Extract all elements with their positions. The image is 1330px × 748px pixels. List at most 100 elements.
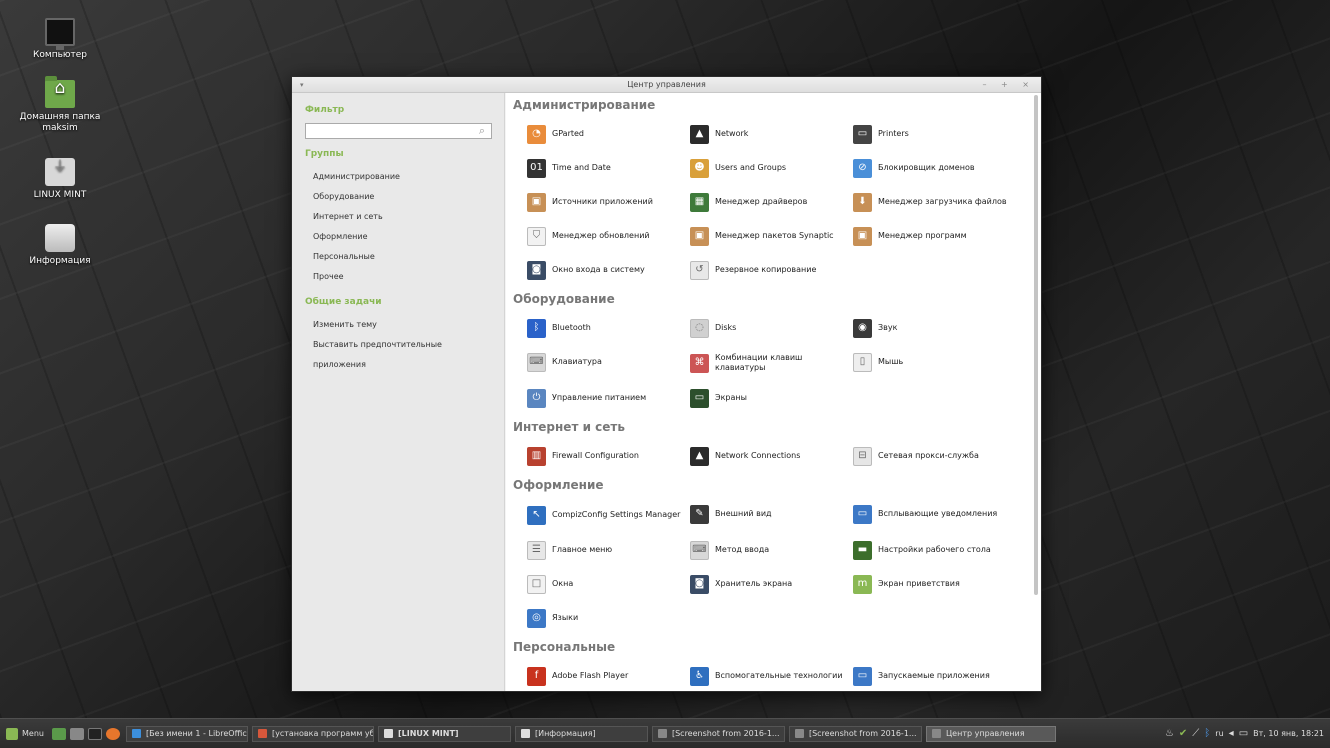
settings-item[interactable]: ▥ Firewall Configuration — [527, 439, 690, 473]
settings-item[interactable]: m Экран приветствия — [853, 567, 1016, 601]
settings-item[interactable]: ◌ Disks — [690, 311, 853, 345]
settings-item[interactable]: ⌘ Комбинации клавиш клавиатуры — [690, 345, 853, 381]
settings-item[interactable]: □ Окна — [527, 567, 690, 601]
desktop-icon-computer[interactable]: Компьютер — [12, 18, 108, 61]
settings-item[interactable]: ▭ Всплывающие уведомления — [853, 497, 1016, 531]
filter-input[interactable] — [306, 129, 466, 143]
settings-item[interactable]: ◙ Хранитель экрана — [690, 567, 853, 601]
network-tray-icon[interactable]: ⟋ — [1192, 728, 1199, 739]
taskbar-window-button[interactable]: [Информация] — [514, 725, 648, 742]
settings-item-label: Блокировщик доменов — [878, 163, 975, 172]
settings-item[interactable]: ◔ GParted — [527, 117, 690, 151]
settings-item[interactable]: ↺ Резервное копирование — [690, 253, 853, 287]
settings-item[interactable]: ⌨ Метод ввода — [690, 533, 853, 567]
settings-item[interactable]: ⌨ Клавиатура — [527, 345, 690, 379]
settings-item[interactable]: ☻ Users and Groups — [690, 151, 853, 185]
taskbar-window-label: Центр управления — [945, 729, 1025, 738]
settings-item[interactable]: ⛉ Менеджер обновлений — [527, 219, 690, 253]
keyboard-layout[interactable]: ru — [1215, 729, 1223, 738]
settings-item-label: Окна — [552, 579, 574, 588]
window-app-icon — [520, 729, 530, 738]
desktop-icon-linux-mint[interactable]: LINUX MINT — [12, 158, 108, 201]
settings-item[interactable]: ✎ Внешний вид — [690, 497, 853, 531]
domain-blocker-icon: ⊘ — [853, 158, 872, 178]
screensaver-icon: ◙ — [690, 574, 709, 594]
taskbar-window-button[interactable]: [LINUX MINT] — [377, 725, 511, 742]
settings-item[interactable]: ▣ Менеджер пакетов Synaptic — [690, 219, 853, 253]
settings-item[interactable]: ▯ Мышь — [853, 345, 1016, 379]
gparted-icon: ◔ — [527, 124, 546, 144]
window-titlebar[interactable]: ▾ Центр управления – + × — [292, 77, 1041, 93]
sidebar: Фильтр ⌕ Группы Администрирование Оборудо… — [292, 93, 505, 691]
settings-item[interactable]: ▲ Network Connections — [690, 439, 853, 473]
settings-item[interactable]: ▣ Источники приложений — [527, 185, 690, 219]
settings-item[interactable]: 01 Time and Date — [527, 151, 690, 185]
settings-item-label: Мышь — [878, 357, 904, 366]
group-item[interactable]: Прочее — [292, 267, 504, 287]
settings-item[interactable]: ↖ CompizConfig Settings Manager — [527, 497, 690, 533]
settings-item[interactable]: ⬇ Менеджер загрузчика файлов — [853, 185, 1016, 219]
bluetooth-tray-icon[interactable]: ᛒ — [1204, 728, 1210, 739]
settings-item[interactable]: ◙ Окно входа в систему — [527, 253, 690, 287]
settings-item[interactable]: ▭ Printers — [853, 117, 1016, 151]
window-controls[interactable]: – + × — [983, 77, 1036, 93]
settings-item[interactable]: f Adobe Flash Player — [527, 659, 690, 691]
settings-item[interactable]: ▲ Network — [690, 117, 853, 151]
terminal-icon[interactable] — [87, 727, 102, 740]
taskbar-window-button[interactable]: [Screenshot from 2016-1... — [788, 725, 922, 742]
task-item[interactable]: Выставить предпочтительные приложения — [292, 335, 504, 369]
task-item[interactable]: Изменить тему — [292, 315, 504, 335]
settings-item[interactable]: ▬ Настройки рабочего стола — [853, 533, 1016, 567]
notifications-icon: ▭ — [853, 504, 872, 524]
window-menu-icon[interactable]: ▾ — [300, 77, 304, 93]
settings-item[interactable]: ▦ Менеджер драйверов — [690, 185, 853, 219]
clock[interactable]: Вт, 10 янв, 18:21 — [1253, 729, 1324, 738]
desktop-icon-home[interactable]: Домашняя папка maksim — [12, 76, 108, 134]
network-connections-icon: ▲ — [690, 446, 709, 466]
settings-item[interactable]: ⊘ Блокировщик доменов — [853, 151, 1016, 185]
group-item[interactable]: Оформление — [292, 227, 504, 247]
shortcuts-icon: ⌘ — [690, 353, 709, 373]
desktop-icon-label: LINUX MINT — [33, 190, 87, 200]
appearance-icon: ✎ — [690, 504, 709, 524]
settings-item[interactable]: ▭ Запускаемые приложения — [853, 659, 1016, 691]
menu-button[interactable]: Menu — [0, 719, 50, 748]
settings-item[interactable]: ◉ Звук — [853, 311, 1016, 345]
taskbar-window-button[interactable]: Центр управления — [925, 725, 1056, 742]
file-manager-icon[interactable] — [69, 727, 84, 740]
proxy-icon: ⊟ — [853, 446, 872, 466]
volume-icon[interactable]: ◂ — [1229, 728, 1234, 739]
settings-item-label: Звук — [878, 323, 898, 332]
settings-item[interactable]: ▭ Экраны — [690, 381, 853, 415]
settings-item[interactable]: ◎ Языки — [527, 601, 690, 635]
taskbar-window-label: [Screenshot from 2016-1... — [671, 729, 780, 738]
update-shield-icon[interactable]: ✔ — [1179, 728, 1187, 739]
group-item[interactable]: Оборудование — [292, 187, 504, 207]
search-icon[interactable]: ⌕ — [479, 124, 485, 138]
settings-item[interactable]: ᛒ Bluetooth — [527, 311, 690, 345]
category-heading: Оборудование — [513, 292, 615, 306]
settings-item[interactable]: ⊟ Сетевая прокси-служба — [853, 439, 1016, 473]
taskbar-window-button[interactable]: [Без имени 1 - LibreOffic... — [125, 725, 248, 742]
steam-icon[interactable]: ♨ — [1165, 728, 1174, 739]
filter-search-box[interactable]: ⌕ — [305, 123, 492, 143]
settings-item[interactable]: ▣ Менеджер программ — [853, 219, 1016, 253]
desktop-icon-info[interactable]: Информация — [12, 224, 108, 267]
category-grid: ᛒ Bluetooth ◌ Disks ◉ Звук ⌨ Клавиатура ⌘ Комбина… — [506, 311, 1041, 415]
group-item[interactable]: Интернет и сеть — [292, 207, 504, 227]
settings-item[interactable]: ☰ Главное меню — [527, 533, 690, 567]
taskbar-window-button[interactable]: [установка программ уб... — [251, 725, 374, 742]
scrollbar[interactable] — [1034, 95, 1038, 595]
group-item[interactable]: Персональные — [292, 247, 504, 267]
settings-item-label: Управление питанием — [552, 393, 647, 402]
show-desktop-icon[interactable] — [51, 727, 66, 740]
settings-item[interactable]: ♿ Вспомогательные технологии — [690, 659, 853, 691]
taskbar-window-button[interactable]: [Screenshot from 2016-1... — [651, 725, 785, 742]
group-item[interactable]: Администрирование — [292, 167, 504, 187]
battery-icon[interactable]: ▭ — [1239, 728, 1248, 739]
menu-label: Menu — [22, 729, 44, 738]
computer-icon — [45, 18, 75, 50]
desktop-icon-label: Информация — [29, 256, 91, 266]
firefox-icon[interactable] — [105, 727, 120, 740]
settings-item[interactable]: ⏻ Управление питанием — [527, 381, 690, 415]
